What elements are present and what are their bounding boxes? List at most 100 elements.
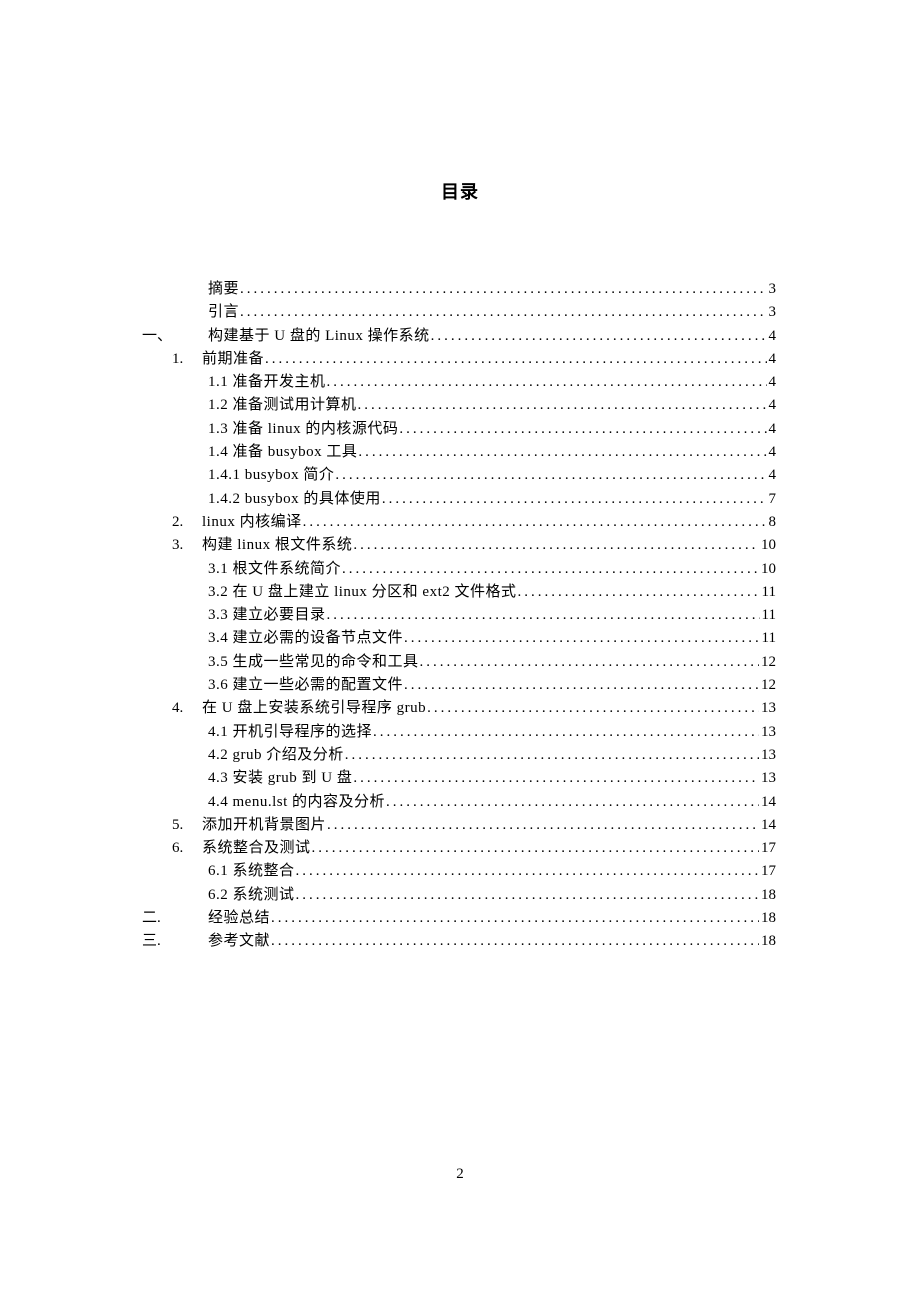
toc-entry: 1.前期准备4 — [172, 348, 776, 371]
toc-entry-label: 构建 linux 根文件系统 — [202, 534, 352, 557]
toc-entry: —1.3 准备 linux 的内核源代码4 — [142, 418, 776, 441]
toc-entry-label: 添加开机背景图片 — [202, 814, 326, 837]
toc-entry-page: 3 — [767, 301, 777, 324]
toc-entry-page: 14 — [759, 791, 776, 814]
toc-leader-dots — [398, 418, 766, 441]
toc-entry-label: 3.3 建立必要目录 — [208, 604, 326, 627]
toc-entry-label: 3.1 根文件系统简介 — [208, 558, 341, 581]
toc-entry-page: 4 — [767, 371, 777, 394]
toc-entry-number: 三. — [142, 930, 208, 953]
toc-entry-number: 3. — [172, 534, 202, 557]
toc-entry-label: 构建基于 U 盘的 Linux 操作系统 — [208, 325, 430, 348]
toc-leader-dots — [295, 884, 759, 907]
toc-entry-number: 二. — [142, 907, 208, 930]
toc-entry: 3.构建 linux 根文件系统 10 — [172, 534, 776, 557]
toc-entry-label: 3.2 在 U 盘上建立 linux 分区和 ext2 文件格式 — [208, 581, 517, 604]
toc-entry: —1.4.2 busybox 的具体使用7 — [142, 488, 776, 511]
toc-entry-page: 17 — [759, 860, 776, 883]
toc-entry: 5.添加开机背景图片14 — [172, 814, 776, 837]
toc-entry-label: 前期准备 — [202, 348, 264, 371]
toc-entry: —1.2 准备测试用计算机4 — [142, 394, 776, 417]
toc-entry: 三.参考文献 18 — [142, 930, 776, 953]
toc-entry-page: 10 — [759, 534, 776, 557]
toc-entry-page: 7 — [767, 488, 777, 511]
toc-leader-dots — [381, 488, 767, 511]
toc-entry-page: 13 — [759, 721, 776, 744]
toc-entry-label: 系统整合及测试 — [202, 837, 311, 860]
toc-entry-page: 12 — [759, 674, 776, 697]
toc-entry-label: 引言 — [208, 301, 239, 324]
toc-entry-label: 6.1 系统整合 — [208, 860, 295, 883]
document-page: 目录 —摘要3—引言3一、构建基于 U 盘的 Linux 操作系统41.前期准备… — [0, 0, 920, 1303]
toc-leader-dots — [270, 930, 759, 953]
toc-entry-page: 3 — [767, 278, 777, 301]
toc-entry: —4.1 开机引导程序的选择13 — [142, 721, 776, 744]
toc-leader-dots — [403, 627, 760, 650]
toc-leader-dots — [311, 837, 759, 860]
toc-leader-dots — [264, 348, 766, 371]
toc-entry-label: 4.3 安装 grub 到 U 盘 — [208, 767, 352, 790]
toc-entry: 2.linux 内核编译 8 — [172, 511, 776, 534]
toc-entry: —6.2 系统测试18 — [142, 884, 776, 907]
toc-entry: 一、构建基于 U 盘的 Linux 操作系统4 — [142, 325, 776, 348]
toc-entry: —3.6 建立一些必需的配置文件12 — [142, 674, 776, 697]
toc-leader-dots — [352, 767, 759, 790]
toc-title: 目录 — [0, 178, 920, 204]
toc-entry-page: 4 — [767, 464, 777, 487]
toc-leader-dots — [385, 791, 759, 814]
toc-entry-label: 3.6 建立一些必需的配置文件 — [208, 674, 403, 697]
toc-entry-page: 4 — [767, 418, 777, 441]
toc-entry: —1.4.1 busybox 简介4 — [142, 464, 776, 487]
page-number: 2 — [0, 1166, 920, 1183]
toc-entry-number: 一、 — [142, 325, 208, 348]
toc-entry: —6.1 系统整合17 — [142, 860, 776, 883]
toc-entry-label: 参考文献 — [208, 930, 270, 953]
toc-entry-page: 8 — [767, 511, 777, 534]
toc-entry-page: 11 — [760, 581, 776, 604]
toc-entry: —摘要3 — [142, 278, 776, 301]
toc-entry-page: 10 — [759, 558, 776, 581]
toc-leader-dots — [357, 441, 766, 464]
toc-entry-label: 3.4 建立必需的设备节点文件 — [208, 627, 403, 650]
toc-entry-label: 4.2 grub 介绍及分析 — [208, 744, 344, 767]
toc-entry: —1.4 准备 busybox 工具4 — [142, 441, 776, 464]
toc-leader-dots — [372, 721, 759, 744]
toc-leader-dots — [326, 814, 759, 837]
toc-entry: —3.5 生成一些常见的命令和工具12 — [142, 651, 776, 674]
toc-entry-page: 4 — [767, 394, 777, 417]
toc-entry-label: 6.2 系统测试 — [208, 884, 295, 907]
toc-entry-label: 摘要 — [208, 278, 239, 301]
toc-leader-dots — [430, 325, 767, 348]
toc-entry: 4.在 U 盘上安装系统引导程序 grub13 — [172, 697, 776, 720]
toc-entry: —3.3 建立必要目录11 — [142, 604, 776, 627]
toc-entry-label: 1.3 准备 linux 的内核源代码 — [208, 418, 398, 441]
toc-entry-page: 13 — [759, 767, 776, 790]
toc-entry-number: 2. — [172, 511, 202, 534]
toc-entry-number: 4. — [172, 697, 202, 720]
toc-leader-dots — [239, 301, 766, 324]
toc-entry-page: 18 — [759, 907, 776, 930]
toc-leader-dots — [295, 860, 759, 883]
toc-entry: —3.4 建立必需的设备节点文件11 — [142, 627, 776, 650]
toc-leader-dots — [344, 744, 759, 767]
toc-entry-label: 3.5 生成一些常见的命令和工具 — [208, 651, 419, 674]
toc-entry: —4.2 grub 介绍及分析13 — [142, 744, 776, 767]
toc-entry-label: 1.4.2 busybox 的具体使用 — [208, 488, 381, 511]
toc-entry-number: 5. — [172, 814, 202, 837]
toc-leader-dots — [326, 604, 760, 627]
toc-entry: —1.1 准备开发主机4 — [142, 371, 776, 394]
toc-entry-label: 4.1 开机引导程序的选择 — [208, 721, 372, 744]
toc-leader-dots — [357, 394, 767, 417]
toc-leader-dots — [334, 464, 766, 487]
toc-entry-page: 18 — [759, 930, 776, 953]
toc-entry-label: 经验总结 — [208, 907, 270, 930]
toc-entry-page: 11 — [760, 604, 776, 627]
toc-entry-page: 11 — [760, 627, 776, 650]
toc-entry-label: 1.2 准备测试用计算机 — [208, 394, 357, 417]
table-of-contents: —摘要3—引言3一、构建基于 U 盘的 Linux 操作系统41.前期准备4—1… — [142, 278, 776, 954]
toc-entry-number: 1. — [172, 348, 202, 371]
toc-entry-label: linux 内核编译 — [202, 511, 302, 534]
toc-entry-label: 1.4.1 busybox 简介 — [208, 464, 334, 487]
toc-entry: —3.1 根文件系统简介10 — [142, 558, 776, 581]
toc-leader-dots — [517, 581, 760, 604]
